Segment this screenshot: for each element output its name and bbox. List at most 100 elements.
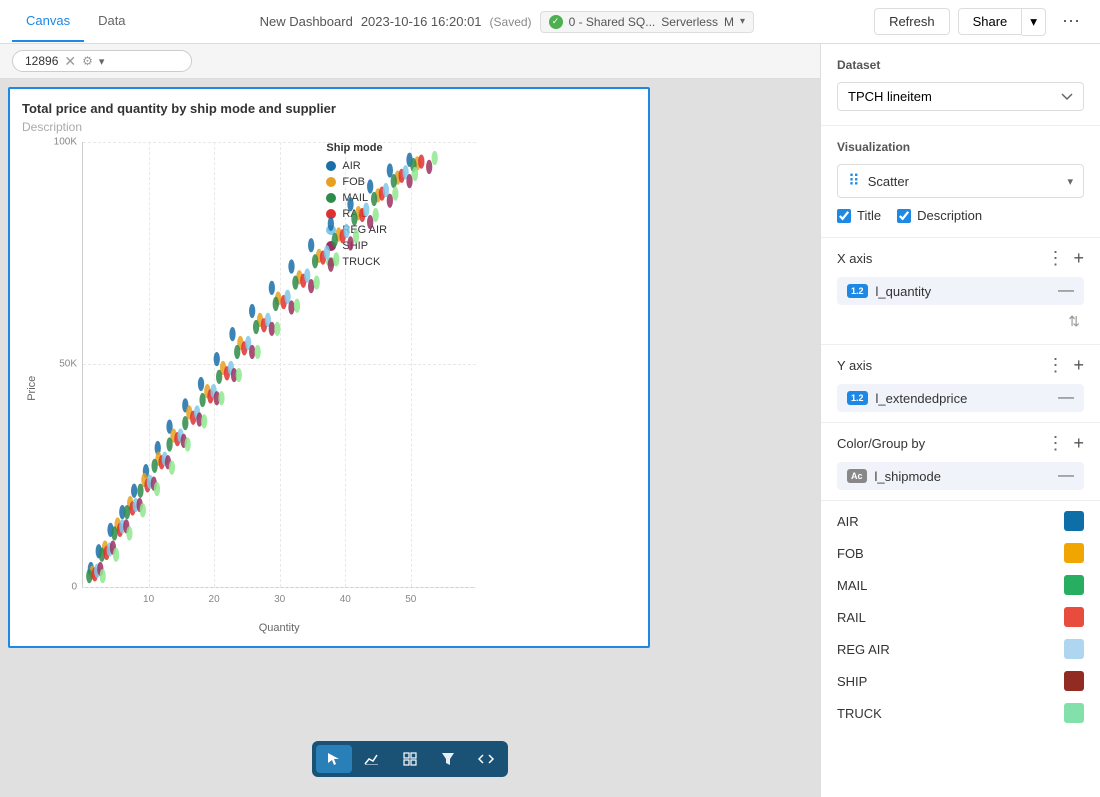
vis-caret-icon: ▾: [1067, 175, 1073, 188]
code-tool-button[interactable]: [468, 745, 504, 773]
color-item-regair: REG AIR: [837, 633, 1084, 665]
chart-plot: 100K 50K 0 10 20 30 40 50: [82, 142, 476, 588]
filter-value: 12896: [25, 54, 58, 68]
x-axis-more-icon[interactable]: ⋮: [1046, 248, 1065, 269]
color-label-rail: RAIL: [837, 610, 866, 625]
color-field-remove-icon[interactable]: —: [1058, 468, 1074, 484]
color-label-mail: MAIL: [837, 578, 867, 593]
x-field-remove-icon[interactable]: —: [1058, 283, 1074, 299]
y-field-remove-icon[interactable]: —: [1058, 390, 1074, 406]
y-tick-0: 0: [71, 581, 83, 592]
description-checkbox[interactable]: Description: [897, 208, 982, 223]
refresh-button[interactable]: Refresh: [874, 8, 950, 35]
x-field-type-badge: 1.2: [847, 284, 868, 298]
y-axis-more-icon[interactable]: ⋮: [1046, 355, 1065, 376]
y-axis-actions: ⋮ +: [1046, 355, 1084, 376]
saved-badge: (Saved): [490, 15, 532, 29]
color-group-section: Color/Group by ⋮ + Ac l_shipmode —: [821, 423, 1100, 501]
x-axis-actions: ⋮ +: [1046, 248, 1084, 269]
tab-data[interactable]: Data: [84, 1, 139, 42]
filter-caret-icon[interactable]: ▾: [99, 55, 105, 68]
x-axis-section: X axis ⋮ + 1.2 l_quantity — ⇅: [821, 238, 1100, 345]
more-options-button[interactable]: ⋯: [1054, 7, 1088, 36]
y-field-type-badge: 1.2: [847, 391, 868, 405]
x-axis-field: 1.2 l_quantity —: [837, 277, 1084, 305]
y-field-name: l_extendedprice: [876, 391, 1050, 406]
color-swatch-air[interactable]: [1064, 511, 1084, 531]
y-tick-50k: 50K: [59, 359, 83, 370]
visualization-section: Visualization ⠿ Scatter ▾ Title Descript…: [821, 126, 1100, 238]
y-axis-add-icon[interactable]: +: [1073, 355, 1084, 376]
canvas-area: 12896 ✕ ⚙ ▾ Total price and quantity by …: [0, 44, 820, 797]
chart-tool-button[interactable]: [354, 745, 390, 773]
color-item-air: AIR: [837, 505, 1084, 537]
color-label-ship: SHIP: [837, 674, 867, 689]
visualization-value: Scatter: [868, 174, 1060, 189]
color-label-regair: REG AIR: [837, 642, 890, 657]
description-checkbox-input[interactable]: [897, 209, 911, 223]
title-checkbox[interactable]: Title: [837, 208, 881, 223]
filter-tool-button[interactable]: [430, 745, 466, 773]
topbar-right: Refresh Share ▾ ⋯: [874, 7, 1088, 36]
y-tick-100k: 100K: [54, 137, 83, 148]
color-group-more-icon[interactable]: ⋮: [1046, 433, 1065, 454]
dashboard-timestamp: 2023-10-16 16:20:01: [361, 14, 482, 29]
select-tool-button[interactable]: [316, 745, 352, 773]
dataset-section: Dataset TPCH lineitem: [821, 44, 1100, 126]
x-axis-header: X axis ⋮ +: [837, 248, 1084, 269]
visualization-select[interactable]: ⠿ Scatter ▾: [837, 164, 1084, 198]
dataset-label: Dataset: [837, 58, 1084, 72]
chart-desc: Description: [22, 120, 636, 134]
color-group-title: Color/Group by: [837, 436, 925, 451]
canvas-grid: Total price and quantity by ship mode an…: [0, 79, 820, 797]
x-axis-add-icon[interactable]: +: [1073, 248, 1084, 269]
tab-group: Canvas Data: [12, 1, 140, 42]
x-sort-icon[interactable]: ⇅: [1064, 309, 1084, 334]
tab-canvas[interactable]: Canvas: [12, 1, 84, 42]
title-checkbox-label: Title: [857, 208, 881, 223]
filter-settings-icon[interactable]: ⚙: [82, 54, 93, 68]
caret-icon: ▾: [740, 16, 745, 27]
color-swatch-fob[interactable]: [1064, 543, 1084, 563]
dataset-select[interactable]: TPCH lineitem: [837, 82, 1084, 111]
x-axis-title: X axis: [837, 251, 872, 266]
color-field-name: l_shipmode: [875, 469, 1050, 484]
y-axis-title: Y axis: [837, 358, 872, 373]
title-checkbox-input[interactable]: [837, 209, 851, 223]
color-item-rail: RAIL: [837, 601, 1084, 633]
color-swatch-truck[interactable]: [1064, 703, 1084, 723]
title-desc-checkboxes: Title Description: [837, 208, 1084, 223]
color-swatch-mail[interactable]: [1064, 575, 1084, 595]
dashboard-title: New Dashboard: [260, 14, 353, 29]
color-swatch-rail[interactable]: [1064, 607, 1084, 627]
filter-clear-icon[interactable]: ✕: [64, 54, 76, 68]
right-sidebar: Dataset TPCH lineitem Visualization ⠿ Sc…: [820, 44, 1100, 797]
connection-status: 0 - Shared SQ...: [569, 15, 656, 29]
y-axis-section: Y axis ⋮ + 1.2 l_extendedprice —: [821, 345, 1100, 423]
color-item-ship: SHIP: [837, 665, 1084, 697]
filter-chip[interactable]: 12896 ✕ ⚙ ▾: [12, 50, 192, 72]
bottom-toolbar: [312, 741, 508, 777]
share-button[interactable]: Share: [958, 8, 1023, 35]
x-tick-40: 40: [340, 594, 351, 605]
x-tick-10: 10: [143, 594, 154, 605]
color-swatch-ship[interactable]: [1064, 671, 1084, 691]
color-swatch-regair[interactable]: [1064, 639, 1084, 659]
chart-widget: Total price and quantity by ship mode an…: [8, 87, 650, 648]
filter-bar: 12896 ✕ ⚙ ▾: [0, 44, 820, 79]
y-axis-field: 1.2 l_extendedprice —: [837, 384, 1084, 412]
chart-container: Price 100K 50K 0 10: [22, 142, 636, 634]
x-tick-20: 20: [209, 594, 220, 605]
color-label-fob: FOB: [837, 546, 864, 561]
connection-size: M: [724, 15, 734, 29]
color-group-add-icon[interactable]: +: [1073, 433, 1084, 454]
x-sort-area: ⇅: [837, 309, 1084, 334]
x-field-name: l_quantity: [876, 284, 1050, 299]
x-tick-50: 50: [405, 594, 416, 605]
share-caret-button[interactable]: ▾: [1022, 8, 1046, 36]
connection-info[interactable]: 0 - Shared SQ... Serverless M ▾: [540, 11, 754, 33]
y-axis-label: Price: [22, 142, 42, 634]
color-item-truck: TRUCK: [837, 697, 1084, 729]
main-layout: 12896 ✕ ⚙ ▾ Total price and quantity by …: [0, 44, 1100, 797]
grid-tool-button[interactable]: [392, 745, 428, 773]
